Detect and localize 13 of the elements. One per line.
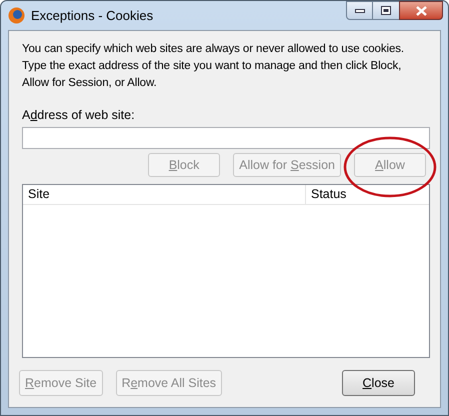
column-header[interactable]: Status (306, 185, 429, 204)
close-window-button[interactable] (399, 1, 443, 20)
window-title: Exceptions - Cookies (31, 6, 154, 25)
description-text: You can specify which web sites are always or never allowed to use cookies. Type the exact address of the site you want to manage and then click Block, Allow for Session, or Allow. (22, 42, 406, 91)
maximize-icon (381, 6, 391, 15)
address-label: Address of web site: (22, 108, 135, 123)
minimize-icon (354, 8, 364, 12)
minimize-button[interactable] (346, 1, 373, 20)
close-icon (416, 6, 426, 16)
column-header[interactable]: Site (23, 185, 306, 204)
address-field[interactable] (22, 127, 430, 149)
close-button[interactable]: Close (342, 370, 415, 396)
maximize-button[interactable] (373, 1, 399, 20)
